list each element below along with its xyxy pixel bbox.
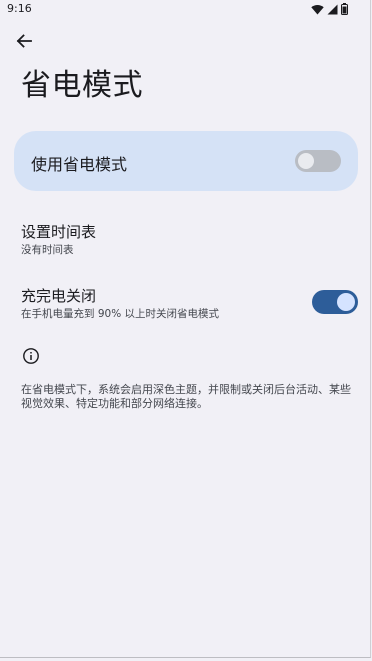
status-bar: 9:16 bbox=[0, 0, 370, 18]
battery-saver-switch[interactable] bbox=[295, 150, 341, 172]
arrow-left-icon bbox=[16, 33, 32, 53]
cellular-signal-icon bbox=[327, 4, 338, 15]
battery-saver-info-text: 在省电模式下，系统会启用深色主题，并限制或关闭后台活动、某些视觉效果、特定功能和… bbox=[21, 383, 351, 410]
status-icons bbox=[311, 3, 348, 15]
wifi-icon bbox=[311, 4, 324, 15]
battery-saver-toggle-label: 使用省电模式 bbox=[31, 155, 128, 174]
switch-thumb bbox=[337, 293, 355, 311]
info-icon bbox=[22, 347, 40, 365]
battery-saver-main-toggle[interactable]: 使用省电模式 bbox=[14, 131, 358, 191]
page-title: 省电模式 bbox=[21, 68, 143, 103]
battery-icon bbox=[341, 3, 348, 15]
status-time: 9:16 bbox=[7, 2, 32, 15]
schedule-subtitle: 没有时间表 bbox=[21, 244, 74, 256]
switch-thumb bbox=[298, 153, 314, 169]
turn-off-when-charged-subtitle: 在手机电量充到 90% 以上时关闭省电模式 bbox=[21, 308, 220, 320]
schedule-title: 设置时间表 bbox=[21, 223, 97, 241]
back-button[interactable] bbox=[12, 31, 36, 55]
turn-off-when-charged-switch[interactable] bbox=[312, 290, 358, 314]
settings-screen: 9:16 省电模式 使用省电模式 设置时间表 没有时间表 充完电关闭 在手机电量… bbox=[0, 0, 371, 658]
turn-off-when-charged-title: 充完电关闭 bbox=[21, 287, 97, 305]
